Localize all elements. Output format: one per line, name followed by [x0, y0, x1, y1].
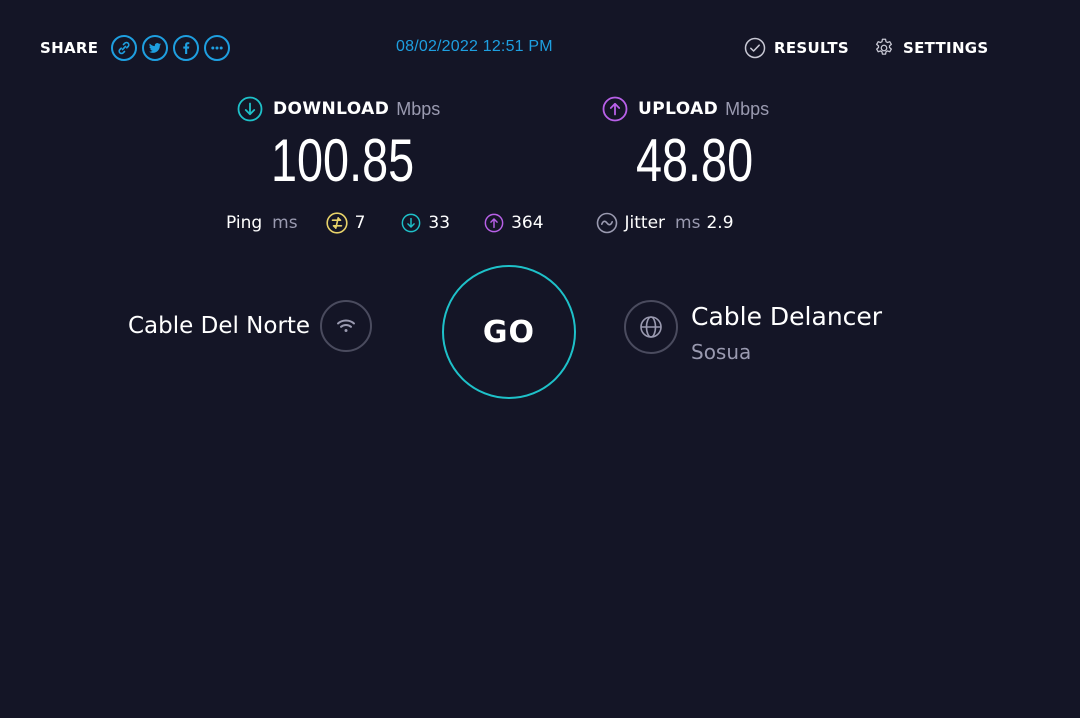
isp-info[interactable]: Cable Del Norte — [128, 300, 373, 352]
download-arrow-icon — [237, 96, 263, 122]
test-datetime: 08/02/2022 12:51 PM — [396, 38, 553, 55]
download-panel: DOWNLOAD Mbps 100.85 — [237, 96, 477, 194]
upload-panel: UPLOAD Mbps 48.80 — [602, 96, 802, 194]
download-unit: Mbps — [396, 98, 441, 119]
ping-download-value: 33 — [428, 213, 451, 233]
speedtest-page: SHARE 08/02/2022 12:51 PM RESULTS SETTIN… — [0, 0, 1080, 718]
download-value: 100.85 — [271, 127, 415, 194]
settings-button[interactable]: SETTINGS — [873, 37, 989, 59]
ping-unit: ms — [272, 213, 298, 233]
upload-label: UPLOAD — [638, 99, 719, 119]
server-info[interactable]: Cable Delancer Sosua — [624, 300, 882, 364]
go-label: GO — [482, 314, 536, 350]
twitter-icon — [149, 43, 162, 53]
results-label: RESULTS — [774, 39, 849, 57]
share-twitter-button[interactable] — [142, 35, 169, 61]
globe-icon — [640, 316, 662, 338]
share-label: SHARE — [40, 39, 99, 57]
facebook-icon — [183, 42, 190, 54]
upload-unit: Mbps — [725, 98, 770, 119]
jitter-icon — [596, 212, 617, 234]
upload-arrow-icon — [602, 96, 628, 122]
ping-idle-value: 7 — [354, 213, 366, 233]
share-bar: SHARE — [40, 32, 231, 64]
wifi-icon — [337, 319, 356, 332]
link-icon — [118, 41, 130, 55]
ping-label: Ping — [226, 213, 263, 233]
upload-value: 48.80 — [636, 127, 754, 194]
jitter-label: Jitter — [624, 213, 666, 233]
download-ping-icon — [402, 213, 421, 233]
share-more-button[interactable] — [204, 35, 231, 61]
server-location: Sosua — [691, 340, 752, 364]
share-link-button[interactable] — [111, 35, 138, 61]
results-button[interactable]: RESULTS — [744, 37, 849, 59]
share-facebook-button[interactable] — [173, 35, 200, 61]
server-name: Cable Delancer — [691, 302, 883, 331]
gear-icon — [876, 38, 892, 55]
top-nav: RESULTS SETTINGS — [744, 37, 989, 59]
idle-ping-icon — [325, 212, 348, 234]
server-icon-circle — [624, 300, 678, 354]
check-circle-icon — [744, 37, 766, 59]
ping-upload-value: 364 — [511, 213, 544, 233]
settings-label: SETTINGS — [903, 39, 989, 57]
upload-ping-icon — [484, 213, 504, 233]
jitter-value: 2.9 — [706, 213, 734, 233]
more-icon — [211, 46, 223, 50]
isp-name: Cable Del Norte — [128, 313, 311, 339]
ping-row: Ping ms 7 33 364 Jitter ms 2.9 — [226, 212, 734, 234]
jitter-unit: ms — [675, 213, 701, 233]
go-button[interactable]: GO — [442, 265, 576, 399]
download-label: DOWNLOAD — [273, 99, 390, 119]
isp-icon-circle — [320, 300, 373, 352]
